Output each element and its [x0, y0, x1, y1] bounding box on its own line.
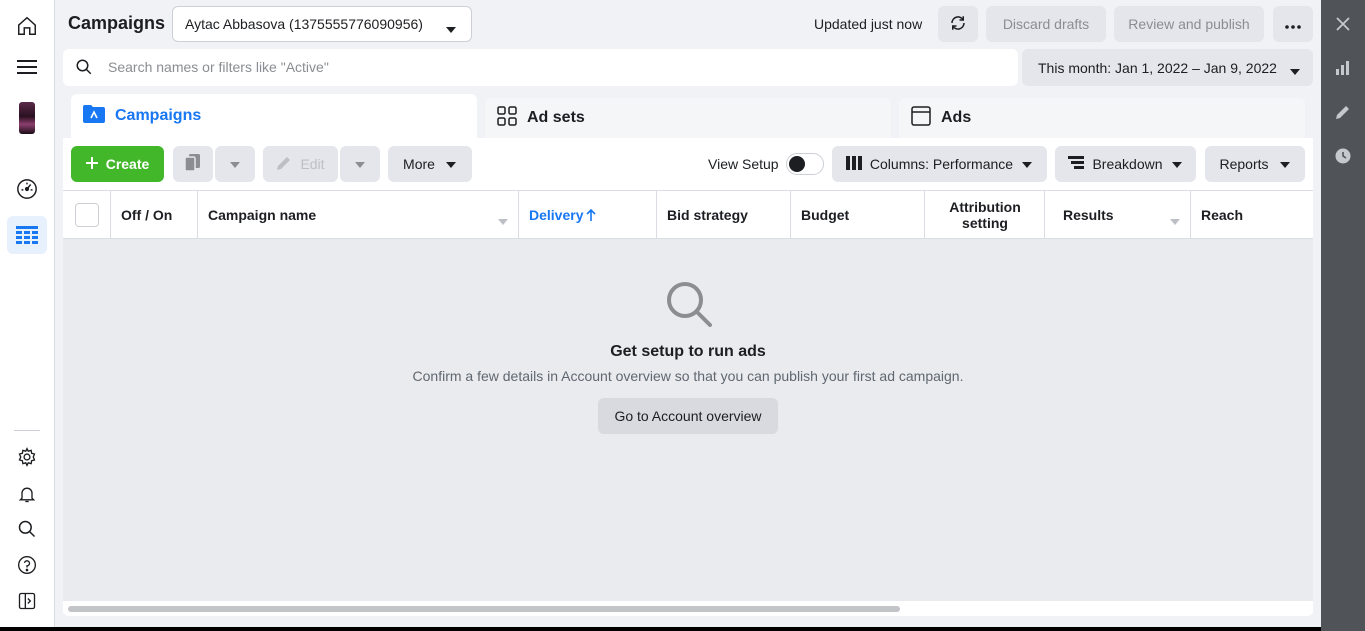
avatar[interactable] [7, 100, 47, 136]
column-results[interactable]: Results [1045, 191, 1191, 238]
tab-label: Ad sets [527, 109, 585, 126]
caret-down-icon [445, 156, 457, 172]
right-side-rail [1321, 0, 1365, 631]
menu-icon[interactable] [7, 49, 47, 85]
empty-state-description: Confirm a few details in Account overvie… [412, 368, 964, 384]
breakdown-icon [1068, 155, 1085, 173]
panel-icon[interactable] [7, 583, 47, 619]
search-input[interactable] [108, 55, 998, 79]
more-button[interactable]: More [388, 146, 472, 182]
column-budget[interactable]: Budget [791, 191, 925, 238]
breakdown-button[interactable]: Breakdown [1055, 146, 1196, 182]
column-label: Attribution setting [949, 198, 1021, 231]
horizontal-scrollbar[interactable] [68, 606, 900, 612]
create-button[interactable]: Create [71, 146, 164, 182]
pencil-icon [276, 155, 292, 174]
table-body-empty: Get setup to run ads Confirm a few detai… [63, 239, 1313, 601]
sort-ascending-icon [586, 208, 597, 221]
tab-ads[interactable]: Ads [899, 98, 1305, 138]
updated-status: Updated just now [814, 16, 923, 32]
column-delivery[interactable]: Delivery [519, 191, 657, 238]
tab-campaigns[interactable]: Campaigns [71, 94, 477, 138]
create-label: Create [105, 156, 150, 172]
caret-down-icon [1021, 156, 1033, 172]
duplicate-dropdown-button[interactable] [215, 146, 255, 182]
more-label: More [403, 156, 435, 172]
edit-label: Edit [300, 156, 325, 172]
search-bar [63, 49, 1018, 86]
ad-frame-icon [911, 105, 931, 131]
select-all-cell [63, 191, 111, 238]
bottom-edge-bar [0, 627, 1321, 631]
caret-down-icon [498, 212, 508, 228]
columns-button[interactable]: Columns: Performance [832, 146, 1047, 182]
column-reach[interactable]: Reach [1191, 191, 1313, 238]
caret-down-icon [1289, 63, 1301, 79]
help-icon[interactable] [7, 547, 47, 583]
caret-down-icon [354, 156, 366, 172]
caret-down-icon [445, 21, 457, 37]
date-range-label: This month: Jan 1, 2022 – Jan 9, 2022 [1038, 59, 1277, 76]
close-icon[interactable] [1331, 12, 1355, 36]
reports-button[interactable]: Reports [1205, 146, 1305, 182]
copy-icon [184, 153, 201, 175]
review-publish-button[interactable]: Review and publish [1114, 6, 1264, 42]
search-icon [75, 58, 93, 79]
discard-drafts-button[interactable]: Discard drafts [986, 6, 1106, 42]
reports-label: Reports [1219, 156, 1269, 172]
edit-dropdown-button[interactable] [340, 146, 380, 182]
more-options-button[interactable] [1273, 6, 1313, 42]
page-title: Campaigns [68, 13, 166, 33]
caret-down-icon [1279, 156, 1291, 172]
folder-icon [83, 104, 105, 128]
select-all-checkbox[interactable] [75, 202, 99, 227]
grid-icon [497, 105, 517, 131]
chart-icon[interactable] [1331, 56, 1355, 80]
empty-state-title: Get setup to run ads [610, 343, 766, 360]
bell-icon[interactable] [7, 476, 47, 512]
column-off-on[interactable]: Off / On [111, 191, 198, 238]
search-icon [664, 279, 714, 332]
account-selector[interactable]: Aytac Abbasova (1375555776090956) [172, 6, 472, 42]
breakdown-label: Breakdown [1092, 156, 1163, 172]
left-navigation-rail [0, 0, 55, 631]
go-to-account-overview-button[interactable]: Go to Account overview [598, 398, 778, 434]
tab-label: Ads [941, 109, 972, 126]
account-name: Aytac Abbasova (1375555776090956) [185, 16, 423, 32]
gear-icon[interactable] [7, 439, 47, 475]
column-label: Campaign name [208, 206, 317, 223]
dashboard-icon[interactable] [7, 171, 47, 207]
tab-label: Campaigns [115, 107, 202, 124]
caret-down-icon [1170, 212, 1180, 228]
duplicate-button[interactable] [173, 146, 213, 182]
column-campaign-name[interactable]: Campaign name [198, 191, 519, 238]
table-header: Off / On Campaign name Delivery Bid stra… [63, 190, 1313, 239]
caret-down-icon [229, 156, 241, 172]
caret-down-icon [1171, 156, 1183, 172]
tab-ad-sets[interactable]: Ad sets [485, 98, 891, 138]
column-bid-strategy[interactable]: Bid strategy [657, 191, 791, 238]
clock-icon[interactable] [1331, 144, 1355, 168]
home-icon[interactable] [7, 8, 47, 44]
refresh-icon [949, 14, 967, 35]
table-icon[interactable] [7, 216, 47, 254]
plus-icon [85, 156, 98, 172]
search-icon[interactable] [7, 511, 47, 547]
rail-divider [14, 430, 40, 431]
columns-icon [845, 155, 862, 173]
pencil-icon[interactable] [1331, 100, 1355, 124]
view-setup-label: View Setup [708, 156, 779, 172]
refresh-button[interactable] [938, 6, 978, 42]
column-label: Results [1063, 206, 1114, 223]
view-setup-toggle[interactable] [786, 153, 824, 175]
ellipsis-icon [1285, 16, 1301, 32]
column-label: Delivery [529, 206, 584, 223]
columns-label: Columns: Performance [869, 156, 1014, 172]
date-range-selector[interactable]: This month: Jan 1, 2022 – Jan 9, 2022 [1022, 49, 1313, 86]
edit-button[interactable]: Edit [263, 146, 338, 182]
column-attribution-setting[interactable]: Attribution setting [925, 191, 1045, 238]
